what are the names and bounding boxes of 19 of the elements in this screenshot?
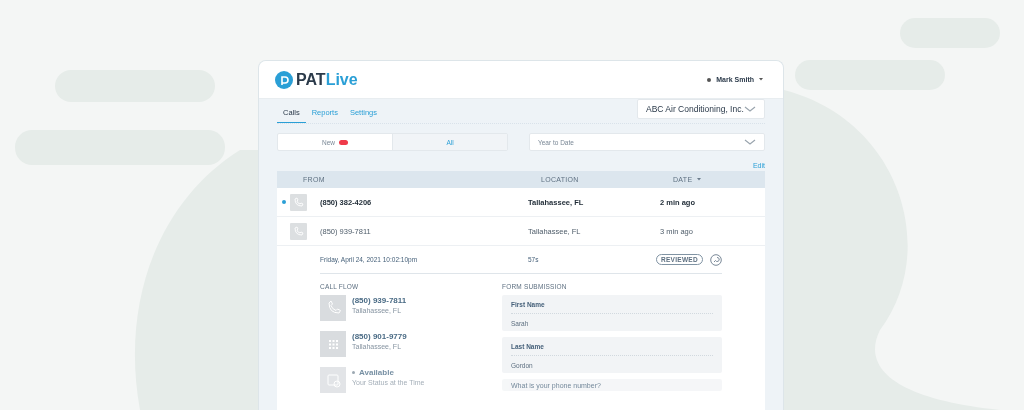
new-badge xyxy=(339,139,348,145)
status-icon xyxy=(320,367,346,393)
step-title: (850) 939-7811 xyxy=(352,296,407,305)
logo-icon xyxy=(275,70,293,89)
phone-icon xyxy=(320,295,346,321)
chevron-down-icon xyxy=(744,139,756,145)
unread-dot xyxy=(282,200,286,204)
chevron-down-icon xyxy=(744,106,756,112)
keypad-icon xyxy=(320,331,346,357)
step-title: (850) 901-9779 xyxy=(352,332,407,341)
caret-icon xyxy=(759,78,763,81)
logo-text: PATLive xyxy=(296,70,358,89)
account-dropdown[interactable]: ABC Air Conditioning, Inc. xyxy=(637,99,765,119)
phone-icon xyxy=(290,193,307,211)
status-dot xyxy=(707,77,712,82)
phone-icon xyxy=(290,222,307,240)
step-title: Available xyxy=(359,368,394,377)
sort-caret-icon xyxy=(697,178,702,181)
status-dot xyxy=(352,371,355,374)
